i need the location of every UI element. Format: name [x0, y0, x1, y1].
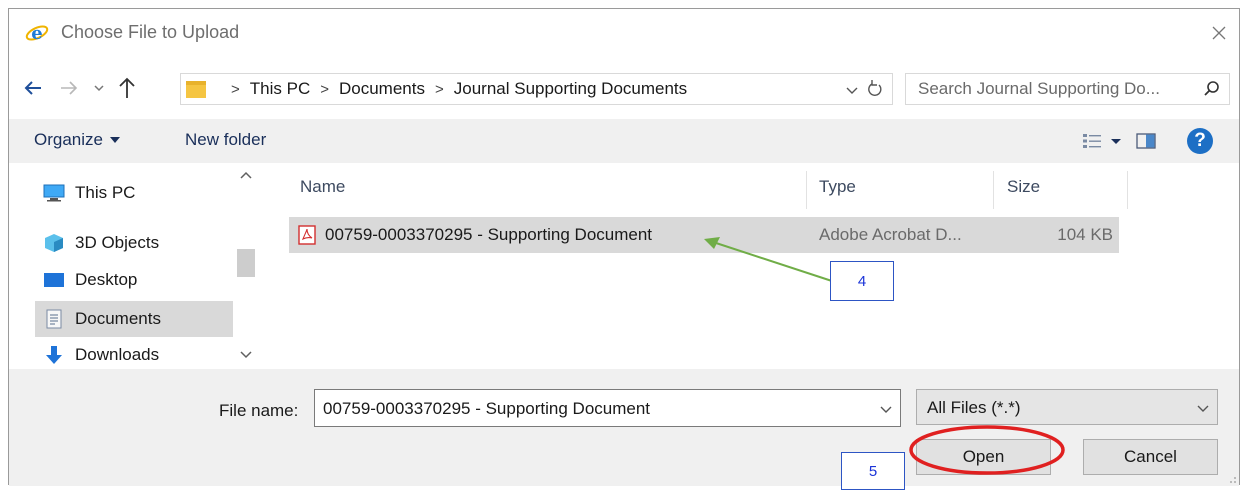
- file-type-value: All Files (*.*): [927, 398, 1021, 417]
- file-name-cell: 00759-0003370295 - Supporting Document: [325, 225, 653, 244]
- chevron-down-icon: [109, 137, 120, 143]
- column-divider[interactable]: [1127, 171, 1128, 209]
- scroll-up-chevron-icon[interactable]: [239, 169, 253, 181]
- help-icon[interactable]: ?: [1187, 128, 1213, 154]
- open-button[interactable]: Open: [916, 439, 1051, 475]
- scrollbar-thumb[interactable]: [237, 249, 255, 277]
- window-title: Choose File to Upload: [61, 22, 240, 42]
- pc-icon: [43, 184, 65, 202]
- file-name-value: 00759-0003370295 - Supporting Document: [323, 399, 651, 418]
- downloads-icon: [46, 346, 62, 364]
- refresh-icon[interactable]: [866, 79, 884, 99]
- file-type-select[interactable]: All Files (*.*): [916, 389, 1218, 425]
- ie-logo-icon: e: [25, 23, 49, 44]
- column-header-type[interactable]: Type: [819, 177, 856, 197]
- address-bar[interactable]: > This PC > Documents > Journal Supporti…: [180, 73, 893, 105]
- column-divider[interactable]: [806, 171, 807, 209]
- documents-icon: [46, 309, 62, 329]
- up-arrow-icon[interactable]: [115, 74, 139, 102]
- nav-pane-scrollbar[interactable]: [233, 163, 259, 369]
- nav-item-3d-objects[interactable]: 3D Objects: [35, 225, 233, 261]
- command-toolbar: Organize New folder ?: [9, 119, 1239, 163]
- nav-item-label: Downloads: [75, 345, 160, 364]
- change-view-icon[interactable]: [1081, 131, 1103, 151]
- forward-arrow-icon[interactable]: [57, 76, 81, 100]
- navigation-pane: This PC 3D Objects Desktop Documents Dow…: [9, 163, 259, 369]
- cancel-button[interactable]: Cancel: [1083, 439, 1218, 475]
- nav-item-label: This PC: [75, 183, 136, 202]
- scroll-down-chevron-icon[interactable]: [239, 349, 253, 361]
- breadcrumb-separator: >: [320, 80, 329, 98]
- navigation-row: > This PC > Documents > Journal Supporti…: [9, 67, 1239, 111]
- address-dropdown-chevron-icon[interactable]: [844, 80, 860, 100]
- file-upload-dialog: e Choose File to Upload > This PC > Docu…: [8, 8, 1240, 486]
- nav-item-this-pc[interactable]: This PC: [35, 175, 233, 211]
- pdf-icon: [298, 225, 316, 245]
- organize-menu-button[interactable]: Organize: [34, 130, 121, 150]
- breadcrumb-separator: >: [434, 80, 444, 98]
- search-icon[interactable]: [1203, 80, 1221, 98]
- breadcrumb: > This PC > Documents > Journal Supporti…: [221, 79, 687, 99]
- nav-item-label: 3D Objects: [75, 233, 160, 252]
- title-bar: e Choose File to Upload: [9, 9, 1239, 57]
- file-name-label: File name:: [219, 401, 299, 420]
- recent-locations-chevron-icon[interactable]: [89, 76, 109, 100]
- file-type-cell: Adobe Acrobat D...: [819, 225, 962, 244]
- resize-grip-icon[interactable]: [1225, 472, 1237, 484]
- breadcrumb-item-documents[interactable]: Documents: [339, 79, 425, 99]
- close-icon[interactable]: [1205, 19, 1233, 47]
- search-input[interactable]: Search Journal Supporting Do...: [905, 73, 1230, 105]
- column-divider[interactable]: [993, 171, 994, 209]
- file-size-cell: 104 KB: [1057, 225, 1113, 244]
- breadcrumb-separator: >: [231, 80, 240, 98]
- file-name-dropdown-chevron-icon[interactable]: [878, 400, 894, 418]
- search-placeholder: Search Journal Supporting Do...: [918, 79, 1160, 98]
- breadcrumb-item-this-pc[interactable]: This PC: [250, 79, 310, 99]
- desktop-icon: [44, 273, 64, 287]
- file-type-dropdown-chevron-icon[interactable]: [1195, 399, 1211, 417]
- preview-pane-icon[interactable]: [1135, 131, 1157, 151]
- column-header-size[interactable]: Size: [1007, 177, 1040, 197]
- nav-item-desktop[interactable]: Desktop: [35, 262, 233, 298]
- annotation-step-5: 5: [841, 452, 905, 490]
- breadcrumb-item-journal[interactable]: Journal Supporting Documents: [454, 79, 687, 99]
- 3d-objects-icon: [45, 234, 63, 252]
- svg-text:e: e: [31, 23, 42, 44]
- organize-label: Organize: [34, 130, 103, 149]
- new-folder-button[interactable]: New folder: [185, 130, 266, 150]
- nav-item-documents[interactable]: Documents: [35, 301, 233, 337]
- back-arrow-icon[interactable]: [21, 76, 45, 100]
- file-list: Name Type Size 00759-0003370295 - Suppor…: [281, 163, 1231, 369]
- file-row[interactable]: 00759-0003370295 - Supporting Document A…: [289, 217, 1119, 253]
- view-options-chevron-icon[interactable]: [1109, 133, 1123, 149]
- folder-icon: [186, 81, 206, 98]
- file-name-input[interactable]: 00759-0003370295 - Supporting Document: [314, 389, 901, 427]
- column-header-name[interactable]: Name: [300, 177, 345, 197]
- nav-item-label: Desktop: [75, 270, 138, 289]
- dialog-footer: File name: 00759-0003370295 - Supporting…: [9, 369, 1239, 486]
- nav-item-downloads[interactable]: Downloads: [35, 337, 233, 373]
- annotation-step-4: 4: [830, 261, 894, 301]
- nav-item-label: Documents: [75, 309, 161, 328]
